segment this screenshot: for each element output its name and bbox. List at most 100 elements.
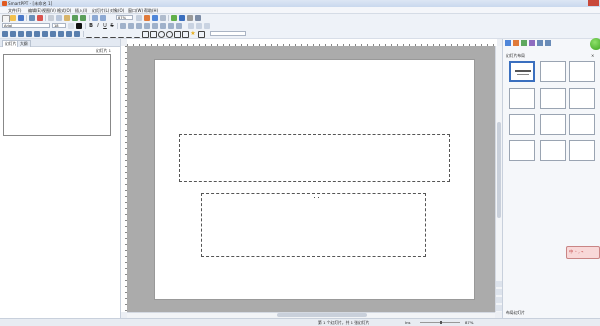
polygon-tool-icon[interactable] [182, 31, 189, 38]
bold-button[interactable]: B [88, 23, 94, 29]
separator [89, 15, 90, 21]
zoom-select[interactable]: 87% [116, 15, 133, 20]
pdf-icon[interactable] [37, 15, 43, 21]
help-icon[interactable] [195, 15, 201, 21]
polyline-tool-icon[interactable] [126, 31, 132, 38]
arrow-tool-icon[interactable] [94, 31, 100, 38]
chart-icon[interactable] [144, 15, 150, 21]
ime-toolbar[interactable]: 中 ◦ , ⌁ [566, 246, 600, 259]
ungroup-icon[interactable] [26, 31, 32, 37]
vertical-scroll-thumb[interactable] [497, 122, 501, 218]
grid-icon[interactable] [160, 15, 166, 21]
font-size-select[interactable]: 18 [52, 23, 66, 28]
callout-tool-icon[interactable] [198, 31, 205, 38]
group-icon[interactable] [18, 31, 24, 37]
underline-button[interactable]: U [102, 23, 108, 29]
align-center-icon[interactable] [128, 23, 134, 29]
numbering-icon[interactable] [160, 23, 166, 29]
panel-animation-icon[interactable] [521, 40, 527, 46]
layout-title-only[interactable] [569, 61, 595, 82]
layout-picture-caption[interactable] [569, 114, 595, 135]
layout-panel-footer: 布局幻灯片 [506, 310, 525, 315]
panel-design-icon[interactable] [513, 40, 519, 46]
ellipse-tool-icon[interactable] [158, 31, 165, 38]
print-icon[interactable] [29, 15, 35, 21]
line-tool-icon[interactable] [86, 31, 92, 38]
panel-navigator-icon[interactable] [545, 40, 551, 46]
crop-icon[interactable] [74, 31, 80, 37]
cut-icon[interactable] [48, 15, 54, 21]
select-icon[interactable] [2, 31, 8, 37]
layout-content-caption[interactable] [509, 114, 535, 135]
table-icon[interactable] [136, 15, 142, 21]
layout-blank[interactable] [540, 61, 566, 82]
update-icon[interactable] [590, 38, 600, 50]
bullets-icon[interactable] [152, 23, 158, 29]
slideshow-icon[interactable] [171, 15, 177, 21]
align-left-icon[interactable] [120, 23, 126, 29]
circle-tool-icon[interactable] [166, 31, 173, 38]
align-objects-icon[interactable] [50, 31, 56, 37]
panel-layout-icon[interactable] [505, 40, 511, 46]
line-spacing-icon[interactable] [188, 23, 194, 29]
minimize-button[interactable] [566, 0, 577, 6]
justify-icon[interactable] [144, 23, 150, 29]
maximize-button[interactable] [577, 0, 588, 6]
zoom-slider[interactable] [420, 321, 460, 324]
settings-icon[interactable] [187, 15, 193, 21]
pen-tool-icon[interactable] [134, 31, 140, 38]
font-color-icon[interactable] [76, 23, 82, 29]
italic-button[interactable]: I [95, 23, 101, 29]
undo-icon[interactable] [72, 15, 78, 21]
layout-four-content[interactable] [540, 114, 566, 135]
save-icon[interactable] [18, 15, 24, 21]
image-icon[interactable] [152, 15, 158, 21]
distribute-icon[interactable] [58, 31, 64, 37]
slide-thumbnail[interactable] [3, 54, 111, 136]
rotate-icon[interactable] [10, 31, 16, 37]
bring-front-icon[interactable] [34, 31, 40, 37]
freeform-tool-icon[interactable] [110, 31, 116, 38]
tab-outline[interactable]: 大纲 [17, 40, 31, 47]
layout-two-content[interactable] [540, 88, 566, 109]
align-right-icon[interactable] [136, 23, 142, 29]
layout-title-content[interactable] [509, 88, 535, 109]
copy-icon[interactable] [56, 15, 62, 21]
textbox-icon[interactable] [204, 23, 210, 29]
hyperlink-icon[interactable] [179, 15, 185, 21]
rectangle-tool-icon[interactable] [142, 31, 149, 38]
title-placeholder[interactable] [179, 134, 450, 182]
outdent-icon[interactable] [176, 23, 182, 29]
flip-icon[interactable] [66, 31, 72, 37]
indent-icon[interactable] [168, 23, 174, 29]
star-tool-icon[interactable]: ★ [190, 31, 196, 37]
font-name-select[interactable]: Arial [2, 23, 50, 28]
strike-button[interactable]: S [109, 23, 115, 29]
text-direction-icon[interactable] [196, 23, 202, 29]
panel-gallery-icon[interactable] [537, 40, 543, 46]
connector-tool-icon[interactable] [118, 31, 124, 38]
layout-title-four[interactable] [540, 140, 566, 161]
horizontal-scroll-thumb[interactable] [277, 313, 367, 317]
zoom-in-icon[interactable] [92, 15, 98, 21]
zoom-out-icon[interactable] [100, 15, 106, 21]
layout-title-two-rows[interactable] [509, 140, 535, 161]
triangle-tool-icon[interactable] [174, 31, 181, 38]
redo-icon[interactable] [80, 15, 86, 21]
panel-close-icon[interactable]: × [591, 53, 594, 58]
layout-title-grid[interactable] [569, 140, 595, 161]
close-button[interactable] [588, 0, 599, 6]
shape-style-select[interactable] [210, 31, 246, 36]
open-icon[interactable] [10, 15, 16, 21]
layout-comparison[interactable] [569, 88, 595, 109]
send-back-icon[interactable] [42, 31, 48, 37]
rounded-rect-tool-icon[interactable] [150, 31, 157, 38]
vertical-scrollbar[interactable] [495, 46, 502, 312]
curve-tool-icon[interactable] [102, 31, 108, 38]
layout-title-slide[interactable] [509, 61, 535, 82]
grow-font-icon[interactable] [68, 23, 74, 29]
paste-icon[interactable] [64, 15, 70, 21]
zoom-slider-handle[interactable] [440, 321, 442, 324]
subtitle-placeholder[interactable] [201, 193, 426, 257]
panel-transition-icon[interactable] [529, 40, 535, 46]
